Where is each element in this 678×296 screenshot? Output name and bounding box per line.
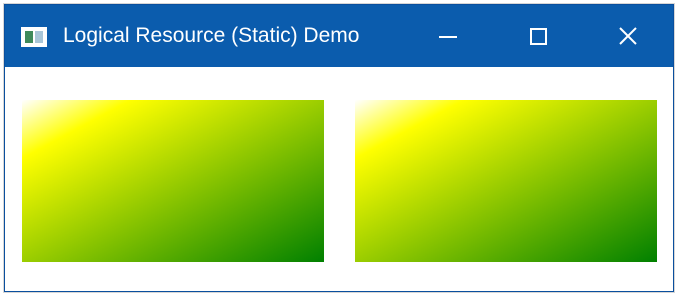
window-title: Logical Resource (Static) Demo bbox=[63, 24, 360, 47]
gradient-rectangle-1 bbox=[22, 100, 324, 262]
close-icon bbox=[619, 27, 637, 45]
app-icon[interactable] bbox=[21, 27, 47, 47]
minimize-button[interactable] bbox=[413, 5, 483, 67]
title-bar[interactable]: Logical Resource (Static) Demo bbox=[5, 5, 673, 67]
maximize-icon bbox=[529, 27, 547, 45]
client-area bbox=[5, 67, 673, 291]
minimize-icon bbox=[439, 36, 457, 38]
maximize-button[interactable] bbox=[503, 5, 573, 67]
gradient-rectangle-2 bbox=[355, 100, 657, 262]
app-icon-left-pane bbox=[25, 31, 33, 43]
close-button[interactable] bbox=[593, 5, 663, 67]
app-icon-right-pane bbox=[35, 31, 43, 43]
app-window: Logical Resource (Static) Demo bbox=[4, 4, 674, 292]
